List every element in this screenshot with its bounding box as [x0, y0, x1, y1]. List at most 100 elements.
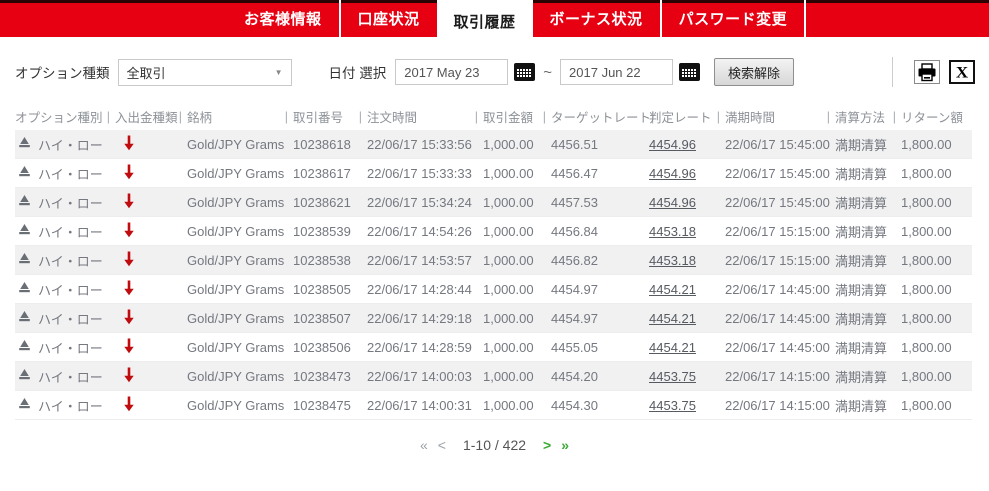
pagination: « < 1-10 / 422 > » [0, 437, 989, 453]
target-rate-cell: 4454.30 [551, 391, 649, 420]
order-time-cell: 22/06/17 14:28:59 [367, 333, 483, 362]
tab-password-change[interactable]: パスワード変更 [662, 0, 807, 37]
settle-method-cell: 満期清算 [835, 159, 901, 188]
return-amount-cell: 1,800.00 [901, 246, 972, 275]
first-page-button[interactable]: « [415, 437, 433, 453]
tab-bonus-status[interactable]: ボーナス状況 [533, 0, 662, 37]
return-amount-cell: 1,800.00 [901, 159, 972, 188]
trade-number-cell: 10238505 [293, 275, 367, 304]
judged-rate-link[interactable]: 4453.75 [649, 398, 696, 413]
print-icon[interactable] [914, 60, 940, 84]
expiry-time-cell: 22/06/17 15:45:00 [725, 188, 835, 217]
col-target-rate: ターゲットレート| [551, 103, 649, 130]
amount-cell: 1,000.00 [483, 188, 551, 217]
judged-rate-link[interactable]: 4454.96 [649, 137, 696, 152]
tab-account-status[interactable]: 口座状況 [341, 0, 437, 37]
settle-method-cell: 満期清算 [835, 362, 901, 391]
tab-trade-history[interactable]: 取引履歴 [437, 0, 533, 43]
col-judged-rate: 判定レート| [649, 103, 725, 130]
expiry-time-cell: 22/06/17 14:15:00 [725, 391, 835, 420]
trade-number-cell: 10238618 [293, 130, 367, 159]
nav-filler-right [806, 0, 989, 37]
clear-search-button[interactable]: 検索解除 [714, 58, 794, 86]
table-row: ハイ・ロー Gold/JPY Grams 10238473 22/06/17 1… [15, 362, 972, 391]
target-rate-cell: 4456.82 [551, 246, 649, 275]
prev-page-button[interactable]: < [433, 437, 451, 453]
order-time-cell: 22/06/17 14:00:31 [367, 391, 483, 420]
amount-cell: 1,000.00 [483, 333, 551, 362]
calendar-icon[interactable] [679, 63, 700, 81]
order-time-cell: 22/06/17 14:00:03 [367, 362, 483, 391]
symbol-cell: Gold/JPY Grams [187, 333, 293, 362]
excel-x-glyph: X [956, 64, 968, 80]
export-toolbar: X [892, 57, 975, 87]
amount-cell: 1,000.00 [483, 391, 551, 420]
table-row: ハイ・ロー Gold/JPY Grams 10238538 22/06/17 1… [15, 246, 972, 275]
order-time-cell: 22/06/17 14:54:26 [367, 217, 483, 246]
down-arrow-icon [123, 337, 135, 354]
table-row: ハイ・ロー Gold/JPY Grams 10238505 22/06/17 1… [15, 275, 972, 304]
order-time-cell: 22/06/17 14:29:18 [367, 304, 483, 333]
table-row: ハイ・ロー Gold/JPY Grams 10238617 22/06/17 1… [15, 159, 972, 188]
down-arrow-icon [123, 250, 135, 267]
judged-rate-link[interactable]: 4454.21 [649, 282, 696, 297]
judged-rate-link[interactable]: 4454.96 [649, 166, 696, 181]
order-time-cell: 22/06/17 15:33:33 [367, 159, 483, 188]
order-time-cell: 22/06/17 15:33:56 [367, 130, 483, 159]
judged-rate-link[interactable]: 4453.75 [649, 369, 696, 384]
symbol-cell: Gold/JPY Grams [187, 391, 293, 420]
calendar-icon[interactable] [514, 63, 535, 81]
option-type-cell: ハイ・ロー [38, 164, 103, 183]
amount-cell: 1,000.00 [483, 246, 551, 275]
trader-icon [18, 368, 31, 384]
expiry-time-cell: 22/06/17 15:15:00 [725, 246, 835, 275]
expiry-time-cell: 22/06/17 15:15:00 [725, 217, 835, 246]
option-type-selected-value: 全取引 [127, 63, 166, 82]
judged-rate-link[interactable]: 4453.18 [649, 253, 696, 268]
table-header: オプション種別| 入出金種類| 銘柄| 取引番号| 注文時間| 取引金額| ター… [15, 103, 972, 130]
judged-rate-link[interactable]: 4453.18 [649, 224, 696, 239]
page-range-label: 1-10 / 422 [463, 437, 526, 453]
expiry-time-cell: 22/06/17 15:45:00 [725, 130, 835, 159]
top-nav: お客様情報 口座状況 取引履歴 ボーナス状況 パスワード変更 [0, 0, 989, 37]
amount-cell: 1,000.00 [483, 304, 551, 333]
symbol-cell: Gold/JPY Grams [187, 130, 293, 159]
target-rate-cell: 4456.84 [551, 217, 649, 246]
tab-customer-info[interactable]: お客様情報 [227, 0, 341, 37]
excel-export-icon[interactable]: X [949, 60, 975, 84]
settle-method-cell: 満期清算 [835, 304, 901, 333]
date-to-input[interactable] [560, 59, 673, 85]
toolbar-divider [892, 57, 893, 87]
table-row: ハイ・ロー Gold/JPY Grams 10238475 22/06/17 1… [15, 391, 972, 420]
option-type-select[interactable]: 全取引 ▼ [118, 59, 292, 86]
last-page-button[interactable]: » [556, 437, 574, 453]
symbol-cell: Gold/JPY Grams [187, 246, 293, 275]
judged-rate-link[interactable]: 4454.21 [649, 311, 696, 326]
settle-method-cell: 満期清算 [835, 130, 901, 159]
date-from-input[interactable] [395, 59, 508, 85]
down-arrow-icon [123, 308, 135, 325]
settle-method-cell: 満期清算 [835, 246, 901, 275]
target-rate-cell: 4456.51 [551, 130, 649, 159]
trader-icon [18, 194, 31, 210]
amount-cell: 1,000.00 [483, 275, 551, 304]
table-row: ハイ・ロー Gold/JPY Grams 10238539 22/06/17 1… [15, 217, 972, 246]
col-expiry-time: 満期時間| [725, 103, 835, 130]
down-arrow-icon [123, 192, 135, 209]
order-time-cell: 22/06/17 14:53:57 [367, 246, 483, 275]
down-arrow-icon [123, 134, 135, 151]
down-arrow-icon [123, 366, 135, 383]
expiry-time-cell: 22/06/17 14:45:00 [725, 333, 835, 362]
nav-filler-left [0, 0, 227, 37]
judged-rate-link[interactable]: 4454.96 [649, 195, 696, 210]
down-arrow-icon [123, 163, 135, 180]
expiry-time-cell: 22/06/17 14:15:00 [725, 362, 835, 391]
judged-rate-link[interactable]: 4454.21 [649, 340, 696, 355]
table-body: ハイ・ロー Gold/JPY Grams 10238618 22/06/17 1… [15, 130, 972, 420]
option-type-cell: ハイ・ロー [38, 251, 103, 270]
trader-icon [18, 136, 31, 152]
next-page-button[interactable]: > [538, 437, 556, 453]
date-range-separator: ~ [543, 64, 552, 81]
return-amount-cell: 1,800.00 [901, 275, 972, 304]
expiry-time-cell: 22/06/17 14:45:00 [725, 304, 835, 333]
